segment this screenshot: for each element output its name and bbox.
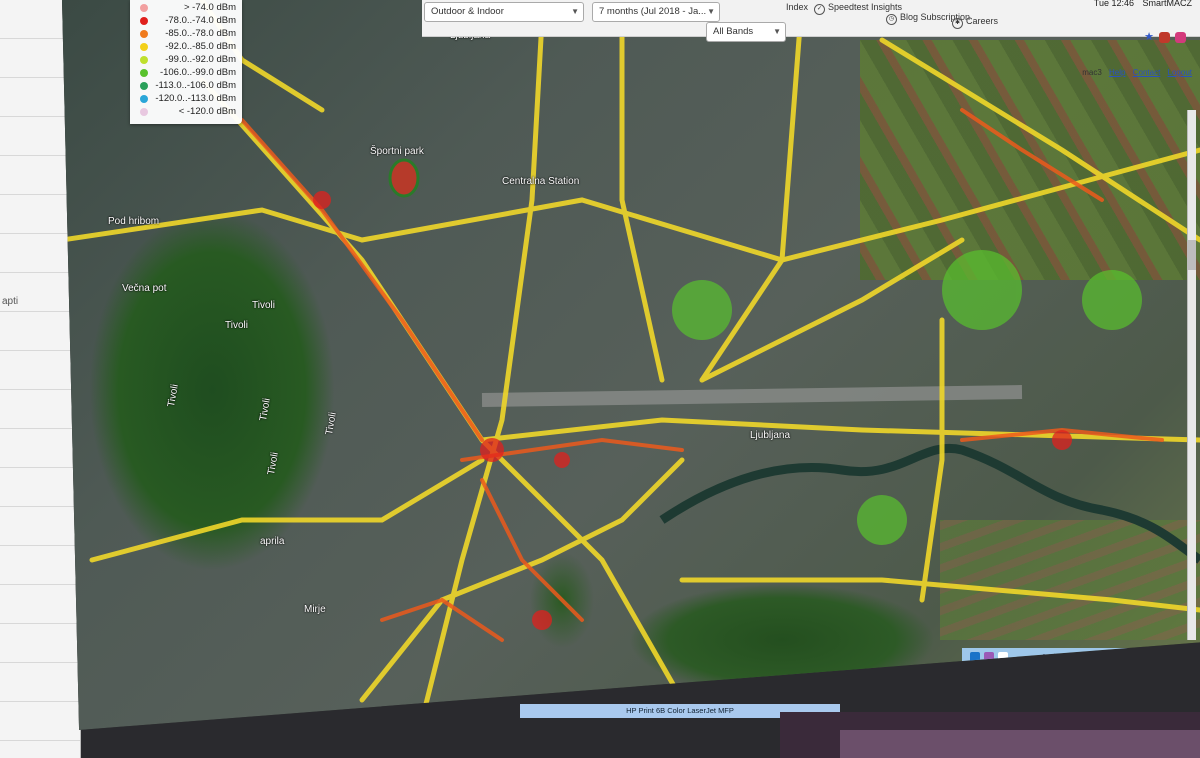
legend-swatch (140, 56, 148, 64)
desk-surface (840, 730, 1200, 758)
legend-swatch (140, 69, 148, 77)
map-label-tivoli-2: Tivoli (225, 320, 248, 331)
legend-label: > -74.0 dBm (183, 2, 236, 13)
legend-item: -85.0..-78.0 dBm (136, 28, 242, 40)
legend-item: > -74.0 dBm (136, 2, 242, 14)
app-toolbar: Outdoor & Indoor ▼ 7 months (Jul 2018 - … (422, 0, 1200, 43)
user-bar: mac3 Help Contact Logout (1082, 68, 1192, 77)
legend-swatch (140, 17, 148, 25)
speedtest-icon: ✓ (814, 4, 825, 15)
signal-strong-hotspots (313, 191, 1072, 630)
legend-label: -92.0..-85.0 dBm (165, 41, 236, 52)
vertical-scrollbar[interactable] (1187, 110, 1196, 640)
contact-link[interactable]: Contact (1133, 68, 1161, 77)
spreadsheet-cell-text: apti (2, 296, 19, 307)
bands-select[interactable]: All Bands ▼ (706, 22, 786, 42)
nav-careers-label: Careers (966, 16, 999, 26)
legend-label: -99.0..-92.0 dBm (165, 54, 236, 65)
map-label-mirje: Mirje (304, 604, 326, 615)
date-range-select[interactable]: 7 months (Jul 2018 - Ja... ▼ (592, 2, 720, 22)
legend-item: -120.0..-113.0 dBm (136, 93, 242, 105)
signal-roads-strong (240, 108, 1164, 642)
environment-select[interactable]: Outdoor & Indoor ▼ (424, 2, 584, 22)
legend-label: -120.0..-113.0 dBm (155, 93, 236, 104)
system-clock: Tue 12:46 (1093, 0, 1134, 8)
username: mac3 (1082, 68, 1102, 77)
gear-icon: ✱ (952, 18, 963, 29)
clock-icon: ◷ (886, 14, 897, 25)
date-range-select-value: 7 months (Jul 2018 - Ja... (599, 6, 707, 17)
bookmark-star-icon[interactable]: ★ (1144, 30, 1154, 43)
legend-item: -78.0..-74.0 dBm (136, 15, 242, 27)
logout-link[interactable]: Logout (1168, 68, 1192, 77)
legend-label: -85.0..-78.0 dBm (165, 28, 236, 39)
nav-careers[interactable]: ✱ Careers (952, 14, 998, 29)
scrollbar-thumb[interactable] (1188, 240, 1196, 270)
bands-select-value: All Bands (713, 26, 754, 37)
legend-item: -113.0..-106.0 dBm (136, 80, 242, 92)
environment-select-value: Outdoor & Indoor (431, 6, 504, 17)
legend-swatch (140, 95, 148, 103)
map-status-strip: 1.2 km (962, 648, 1200, 670)
extension-icon[interactable] (1175, 32, 1186, 43)
map-label-sports-park: Športni park (370, 146, 424, 157)
app-icon[interactable] (998, 652, 1008, 662)
extension-shield-icon[interactable] (1159, 32, 1170, 43)
map-label-ljubljana-center: Ljubljana (750, 430, 791, 441)
map-label-vecna-pot: Večna pot (122, 283, 167, 294)
help-link[interactable]: Help (1109, 68, 1125, 77)
nav-index[interactable]: Index (786, 0, 808, 14)
legend-label: -106.0..-99.0 dBm (159, 67, 236, 78)
chevron-down-icon: ▼ (571, 7, 579, 16)
map-label-central-station: Centralna Station (502, 176, 580, 187)
map-label-aprila: aprila (260, 536, 285, 547)
legend-label: -113.0..-106.0 dBm (155, 80, 236, 91)
monitor-screen: Ljubljana Športni park Centralna Station… (62, 0, 1200, 730)
signal-strength-legend: > -74.0 dBm -78.0..-74.0 dBm -85.0..-78.… (130, 0, 242, 124)
chevron-down-icon: ▼ (773, 27, 781, 36)
stadium (388, 158, 420, 198)
legend-swatch (140, 30, 148, 38)
legend-item: -106.0..-99.0 dBm (136, 67, 242, 79)
legend-swatch (140, 43, 148, 51)
app-icon[interactable] (970, 652, 980, 662)
legend-item: < -120.0 dBm (136, 106, 242, 118)
map-label-pod-hribom: Pod hribom (108, 216, 160, 227)
chevron-down-icon: ▼ (707, 7, 715, 16)
legend-label: -78.0..-74.0 dBm (165, 15, 236, 26)
legend-item: -99.0..-92.0 dBm (136, 54, 242, 66)
legend-swatch (140, 4, 148, 12)
legend-swatch (140, 82, 148, 90)
app-icon[interactable] (984, 652, 994, 662)
map-scale: 1.2 km (1042, 654, 1064, 661)
legend-label: < -120.0 dBm (178, 106, 236, 117)
legend-item: -92.0..-85.0 dBm (136, 41, 242, 53)
system-hostname: SmartMACZ (1142, 0, 1193, 8)
legend-swatch (140, 108, 148, 116)
map-label-tivoli-1: Tivoli (252, 300, 275, 311)
